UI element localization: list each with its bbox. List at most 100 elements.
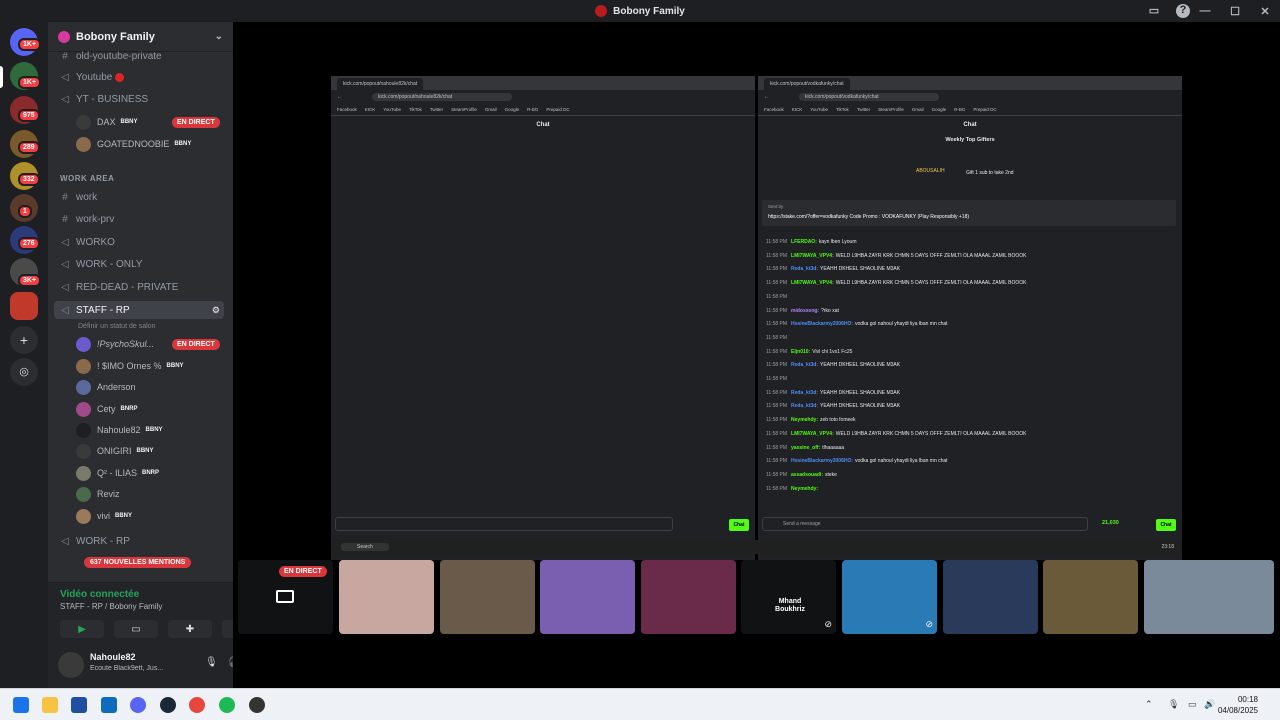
maximize-button[interactable]: ☐ xyxy=(1220,5,1250,18)
store-icon[interactable] xyxy=(71,697,87,713)
channel-status[interactable]: Définir un statut de salon xyxy=(78,317,155,335)
message-user[interactable]: yassine_off: xyxy=(791,445,820,451)
chrome-icon[interactable] xyxy=(189,697,205,713)
category-work-area[interactable]: WORK AREA xyxy=(60,174,114,183)
settings-gear-icon[interactable]: ⚙ xyxy=(212,305,220,316)
bookmark[interactable]: Facebook xyxy=(764,107,784,112)
bookmark[interactable]: Twitter xyxy=(430,107,443,112)
steam-icon[interactable] xyxy=(160,697,176,713)
voice-user[interactable]: vivi BBNY xyxy=(76,507,132,525)
message-user[interactable]: Reda_kt3d: xyxy=(791,403,818,409)
screen-share-button[interactable]: ▭ xyxy=(114,620,158,638)
message-user[interactable]: Eljn010: xyxy=(791,349,810,355)
new-mentions-badge[interactable]: 637 NOUVELLES MENTIONS xyxy=(84,557,192,568)
bookmark[interactable]: Facebook xyxy=(337,107,357,112)
microphone-icon[interactable]: 🎙 xyxy=(205,657,218,668)
participant-tile[interactable] xyxy=(339,560,434,634)
participant-tile[interactable]: Mhand Boukhriz ⊘ xyxy=(741,560,836,634)
voice-user[interactable]: GOATEDNOOBIE BBNY xyxy=(76,135,191,153)
participant-tile[interactable] xyxy=(540,560,635,634)
channel-youtube[interactable]: ◁ Youtube xyxy=(58,68,125,86)
voice-user[interactable]: Anderson xyxy=(76,378,136,396)
bookmark[interactable]: KICK xyxy=(365,107,376,112)
discover-icon[interactable]: ◎ xyxy=(10,358,38,386)
add-server-icon[interactable]: + xyxy=(10,326,38,354)
participant-tile[interactable] xyxy=(641,560,736,634)
channel-work-prv[interactable]: # work-prv xyxy=(58,210,114,228)
channel-work-rp[interactable]: ◁ WORK - RP xyxy=(58,532,130,550)
message-user[interactable]: LMI7WAYA_VPV4: xyxy=(791,280,834,286)
voice-channel[interactable]: STAFF - RP / Bobony Family xyxy=(60,602,162,611)
chat-input[interactable] xyxy=(335,517,673,531)
message-user[interactable]: Neymehdy: xyxy=(791,486,818,492)
camera-button[interactable]: ▶ xyxy=(60,620,104,638)
file-explorer-icon[interactable] xyxy=(42,697,58,713)
chevron-down-icon[interactable]: ⌄ xyxy=(215,31,223,42)
activity-button[interactable]: ✚ xyxy=(168,620,212,638)
message-user[interactable]: Reda_kt3d: xyxy=(791,266,818,272)
help-icon[interactable]: ? xyxy=(1176,4,1190,18)
bookmark[interactable]: R-BG xyxy=(527,107,538,112)
app-icon[interactable] xyxy=(249,697,265,713)
channel-work[interactable]: # work xyxy=(58,188,97,206)
participant-tile[interactable] xyxy=(1043,560,1138,634)
voice-user[interactable]: Q² - ILIAS BNRP xyxy=(76,464,159,482)
bookmark[interactable]: YouTube xyxy=(383,107,401,112)
bookmark[interactable]: TikTok xyxy=(409,107,422,112)
participant-tile[interactable] xyxy=(943,560,1038,634)
channel-work-only[interactable]: ◁ WORK - ONLY xyxy=(58,255,142,273)
bookmark[interactable]: Prepaid DC xyxy=(973,107,996,112)
bookmark[interactable]: R-BG xyxy=(954,107,965,112)
bookmark[interactable]: YouTube xyxy=(810,107,828,112)
voice-user[interactable]: Cety BNRP xyxy=(76,400,138,418)
chat-input[interactable]: Send a message xyxy=(762,517,1088,531)
bookmark[interactable]: SteamProfile xyxy=(451,107,477,112)
channel-yt-business[interactable]: ◁ YT - BUSINESS xyxy=(58,90,148,108)
message-user[interactable]: HssineBlackarmy2006HO: xyxy=(791,458,853,464)
system-clock[interactable]: 00:18 04/08/2025 xyxy=(1218,694,1258,716)
browser-tab[interactable]: kick.com/popout/vodkafunky/chat xyxy=(764,78,850,90)
channel-red-dead[interactable]: ◁ RED-DEAD - PRIVATE xyxy=(58,278,178,296)
participant-tile[interactable] xyxy=(1144,560,1274,634)
message-user[interactable]: Reda_kt3d: xyxy=(791,362,818,368)
bookmark[interactable]: Google xyxy=(505,107,520,112)
participant-tile[interactable]: ⊘ xyxy=(842,560,937,634)
message-user[interactable]: Reda_kt3d: xyxy=(791,390,818,396)
outlook-icon[interactable] xyxy=(101,697,117,713)
voice-user[interactable]: DAX BBNY xyxy=(76,113,138,131)
bookmark[interactable]: Google xyxy=(932,107,947,112)
start-icon[interactable] xyxy=(13,697,29,713)
message-user[interactable]: midosxeng: xyxy=(791,308,819,314)
tray-expand-icon[interactable]: ⌃ xyxy=(1145,699,1153,710)
inbox-icon[interactable]: ▭ xyxy=(1147,4,1161,18)
volume-icon[interactable]: 🔊 xyxy=(1204,699,1215,710)
voice-user[interactable]: !PsychoSkul... xyxy=(76,335,154,353)
voice-user[interactable]: ONIGIRI BBNY xyxy=(76,442,154,460)
discord-icon[interactable] xyxy=(130,697,146,713)
channel-work-o[interactable]: ◁ WORKO xyxy=(58,233,115,251)
chat-send-button[interactable]: Chat xyxy=(1156,519,1176,531)
bookmark[interactable]: Gmail xyxy=(912,107,924,112)
microphone-icon[interactable]: 🎙 xyxy=(1168,699,1179,710)
back-icon[interactable]: ← xyxy=(337,94,342,100)
bookmark[interactable]: Twitter xyxy=(857,107,870,112)
address-bar[interactable]: kick.com/popout/nahoule82k/chat xyxy=(372,93,512,101)
spotify-icon[interactable] xyxy=(219,697,235,713)
minimize-button[interactable]: — xyxy=(1190,5,1220,17)
participant-tile[interactable] xyxy=(440,560,535,634)
message-user[interactable]: HssineBlackarmy2006HO: xyxy=(791,321,853,327)
server-icon-active[interactable] xyxy=(10,292,38,320)
network-icon[interactable]: ▭ xyxy=(1188,699,1197,710)
address-bar[interactable]: kick.com/popout/vodkafunky/chat xyxy=(799,93,939,101)
bookmark[interactable]: SteamProfile xyxy=(878,107,904,112)
browser-tab[interactable]: kick.com/popout/nahoule82k/chat xyxy=(337,78,424,90)
chat-send-button[interactable]: Chat xyxy=(729,519,749,531)
bookmark[interactable]: Prepaid DC xyxy=(546,107,569,112)
message-user[interactable]: LMI7WAYA_VPV4: xyxy=(791,431,834,437)
voice-user[interactable]: ! $IMO Ornes % BBNY xyxy=(76,357,184,375)
message-user[interactable]: assadsouadi: xyxy=(791,472,823,478)
voice-user[interactable]: Reviz xyxy=(76,485,120,503)
message-user[interactable]: LMI7WAYA_VPV4: xyxy=(791,253,834,259)
message-user[interactable]: Neymehdy: xyxy=(791,417,818,423)
bookmark[interactable]: Gmail xyxy=(485,107,497,112)
